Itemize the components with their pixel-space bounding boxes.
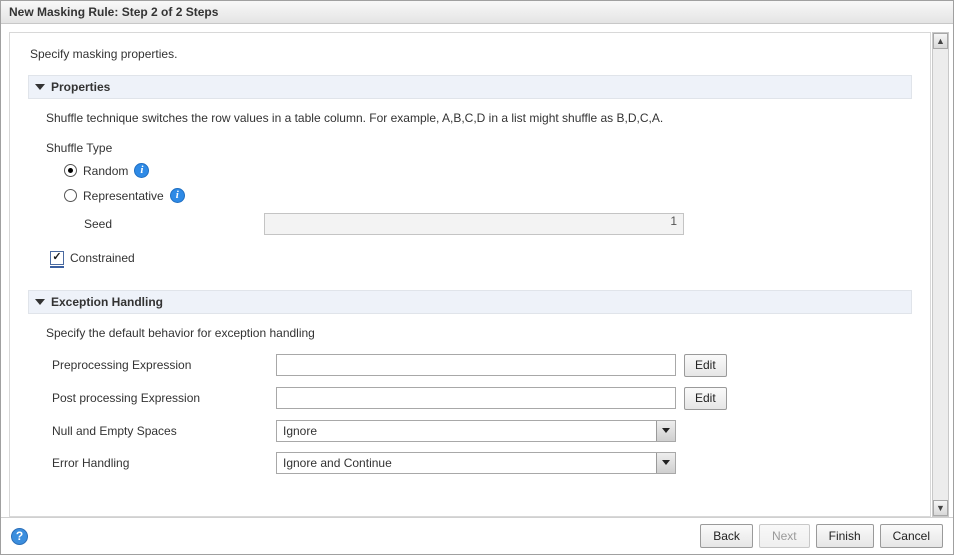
back-button[interactable]: Back bbox=[700, 524, 753, 548]
radio-representative-label: Representative bbox=[83, 189, 164, 203]
finish-button[interactable]: Finish bbox=[816, 524, 874, 548]
shuffle-type-label: Shuffle Type bbox=[46, 141, 904, 155]
radio-random-label: Random bbox=[83, 164, 128, 178]
info-icon[interactable]: i bbox=[170, 188, 185, 203]
content-area: Specify masking properties. Properties S… bbox=[9, 32, 931, 517]
radio-random[interactable] bbox=[64, 164, 77, 177]
preprocessing-row: Preprocessing Expression Edit bbox=[52, 354, 904, 377]
error-handling-label: Error Handling bbox=[52, 456, 276, 470]
intro-text: Specify masking properties. bbox=[30, 47, 912, 61]
properties-description: Shuffle technique switches the row value… bbox=[46, 111, 904, 125]
postprocessing-edit-button[interactable]: Edit bbox=[684, 387, 727, 410]
null-handling-row: Null and Empty Spaces Ignore bbox=[52, 420, 904, 442]
error-handling-select[interactable]: Ignore and Continue bbox=[276, 452, 676, 474]
dialog: New Masking Rule: Step 2 of 2 Steps Spec… bbox=[0, 0, 954, 555]
error-handling-value: Ignore and Continue bbox=[283, 456, 392, 470]
preprocessing-edit-button[interactable]: Edit bbox=[684, 354, 727, 377]
seed-input[interactable]: 1 bbox=[264, 213, 684, 235]
section-exception-title: Exception Handling bbox=[51, 295, 163, 309]
null-handling-value: Ignore bbox=[283, 424, 317, 438]
radio-random-row[interactable]: Random i bbox=[64, 163, 904, 178]
scroll-up-icon[interactable]: ▲ bbox=[933, 33, 948, 49]
info-icon[interactable]: i bbox=[134, 163, 149, 178]
postprocessing-input[interactable] bbox=[276, 387, 676, 409]
seed-label: Seed bbox=[84, 217, 264, 231]
radio-representative-row[interactable]: Representative i bbox=[64, 188, 904, 203]
section-properties-body: Shuffle technique switches the row value… bbox=[28, 111, 912, 290]
next-button: Next bbox=[759, 524, 810, 548]
section-properties-title: Properties bbox=[51, 80, 110, 94]
exception-description: Specify the default behavior for excepti… bbox=[46, 326, 904, 340]
section-exception-body: Specify the default behavior for excepti… bbox=[28, 326, 912, 478]
chevron-down-icon bbox=[35, 84, 45, 90]
scrollbar[interactable]: ▲ ▼ bbox=[932, 32, 949, 517]
footer-buttons: Back Next Finish Cancel bbox=[700, 524, 943, 548]
constrained-row[interactable]: Constrained bbox=[50, 249, 904, 268]
section-properties-header[interactable]: Properties bbox=[28, 75, 912, 99]
scroll-down-icon[interactable]: ▼ bbox=[933, 500, 948, 516]
section-exception-header[interactable]: Exception Handling bbox=[28, 290, 912, 314]
radio-representative[interactable] bbox=[64, 189, 77, 202]
dropdown-button[interactable] bbox=[656, 453, 675, 473]
help-icon[interactable]: ? bbox=[11, 528, 28, 545]
postprocessing-row: Post processing Expression Edit bbox=[52, 387, 904, 410]
chevron-down-icon bbox=[662, 460, 670, 465]
footer: ? Back Next Finish Cancel bbox=[1, 517, 953, 554]
constrained-checkbox[interactable] bbox=[50, 251, 64, 265]
dropdown-button[interactable] bbox=[656, 421, 675, 441]
null-handling-select[interactable]: Ignore bbox=[276, 420, 676, 442]
chevron-down-icon bbox=[35, 299, 45, 305]
preprocessing-input[interactable] bbox=[276, 354, 676, 376]
content-wrap: Specify masking properties. Properties S… bbox=[1, 24, 953, 517]
seed-row: Seed 1 bbox=[84, 213, 904, 235]
dialog-title: New Masking Rule: Step 2 of 2 Steps bbox=[1, 1, 953, 24]
chevron-down-icon bbox=[662, 428, 670, 433]
constrained-label: Constrained bbox=[70, 251, 135, 265]
postprocessing-label: Post processing Expression bbox=[52, 391, 276, 405]
error-handling-row: Error Handling Ignore and Continue bbox=[52, 452, 904, 474]
cancel-button[interactable]: Cancel bbox=[880, 524, 943, 548]
preprocessing-label: Preprocessing Expression bbox=[52, 358, 276, 372]
null-handling-label: Null and Empty Spaces bbox=[52, 424, 276, 438]
